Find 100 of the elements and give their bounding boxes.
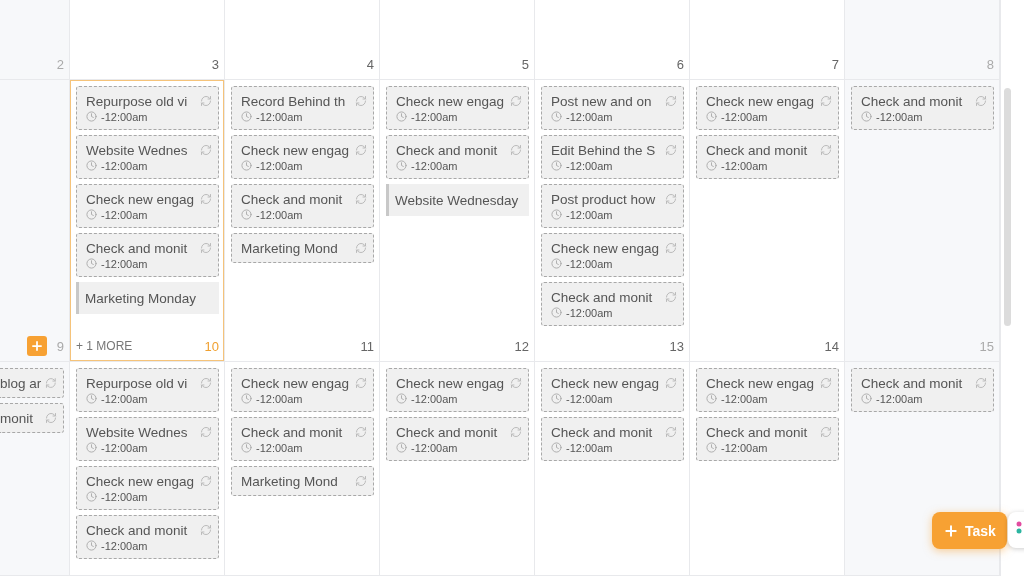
clock-icon xyxy=(551,111,562,122)
task-title: Check and monit xyxy=(86,522,188,538)
task-card[interactable]: Check new engag -12:00am xyxy=(386,368,529,412)
task-card[interactable]: Check new engag -12:00am xyxy=(696,86,839,130)
task-title: Check new engag xyxy=(86,473,195,489)
day-number: 6 xyxy=(676,56,684,72)
recurring-icon xyxy=(665,291,677,303)
task-card[interactable]: Check new engag -12:00am xyxy=(541,233,684,277)
task-card[interactable]: Check and monit -12:00am xyxy=(231,184,374,228)
plus-icon xyxy=(943,522,959,539)
clock-icon xyxy=(551,442,562,453)
task-title: blog ar xyxy=(0,375,42,391)
recurring-icon xyxy=(820,377,832,389)
task-card[interactable]: Post product how -12:00am xyxy=(541,184,684,228)
clock-icon xyxy=(706,160,717,171)
task-card[interactable]: Post new and on -12:00am xyxy=(541,86,684,130)
task-time: -12:00am xyxy=(256,110,303,123)
task-time: -12:00am xyxy=(256,392,303,405)
task-card[interactable]: Website Wednes -12:00am xyxy=(76,417,219,461)
task-card[interactable]: Check new engag -12:00am xyxy=(76,466,219,510)
task-card[interactable]: Check and monit -12:00am xyxy=(851,368,994,412)
task-card[interactable]: Check new engag -12:00am xyxy=(231,135,374,179)
task-card[interactable]: Check and monit -12:00am xyxy=(231,417,374,461)
task-card[interactable]: Check and monit -12:00am xyxy=(851,86,994,130)
task-time: -12:00am xyxy=(256,441,303,454)
task-card[interactable]: Check new engag -12:00am xyxy=(541,368,684,412)
clock-icon xyxy=(861,393,872,404)
task-time: -12:00am xyxy=(101,539,148,552)
plus-icon xyxy=(29,339,44,353)
task-card[interactable]: Check and monit -12:00am xyxy=(76,515,219,559)
recurring-icon xyxy=(355,95,367,107)
task-title: Check and monit xyxy=(551,424,653,440)
task-card[interactable]: Check new engag -12:00am xyxy=(696,368,839,412)
clock-icon xyxy=(551,258,562,269)
task-title: Check and monit xyxy=(706,142,808,158)
task-card[interactable]: Repurpose old vi -12:00am xyxy=(76,368,219,412)
task-card[interactable]: Check and monit -12:00am xyxy=(541,282,684,326)
task-title: Post new and on xyxy=(551,93,652,109)
day-number: 15 xyxy=(979,338,994,354)
task-time: -12:00am xyxy=(566,441,613,454)
task-time: -12:00am xyxy=(101,490,148,503)
task-title: Check new engag xyxy=(396,375,505,391)
task-time: -12:00am xyxy=(411,159,458,172)
recurring-icon xyxy=(665,95,677,107)
recurring-icon xyxy=(45,412,57,424)
task-time: -12:00am xyxy=(721,110,768,123)
task-card[interactable]: Marketing Mond xyxy=(231,466,374,496)
task-time: -12:00am xyxy=(566,208,613,221)
clock-icon xyxy=(551,393,562,404)
task-card[interactable]: Check and monit -12:00am xyxy=(696,417,839,461)
task-title: Check and monit xyxy=(396,424,498,440)
task-title: Check and monit xyxy=(706,424,808,440)
task-card[interactable]: Check and monit -12:00am xyxy=(696,135,839,179)
day-number: 10 xyxy=(204,338,219,354)
add-task-button[interactable] xyxy=(26,336,47,356)
task-time: -12:00am xyxy=(101,392,148,405)
task-time: -12:00am xyxy=(721,441,768,454)
task-time: -12:00am xyxy=(256,208,303,221)
task-card[interactable]: Record Behind th -12:00am xyxy=(231,86,374,130)
task-card[interactable]: monit xyxy=(0,403,64,433)
clock-icon xyxy=(241,393,252,404)
task-title: Check new engag xyxy=(551,240,660,256)
recurring-icon xyxy=(665,242,677,254)
clock-icon xyxy=(241,442,252,453)
task-time: -12:00am xyxy=(721,159,768,172)
clock-icon xyxy=(396,393,407,404)
task-title: Check and monit xyxy=(241,424,343,440)
clock-icon xyxy=(86,160,97,171)
task-card[interactable]: Check new engag -12:00am xyxy=(231,368,374,412)
task-card[interactable]: Check and monit -12:00am xyxy=(386,417,529,461)
recurring-icon xyxy=(200,426,212,438)
task-title: Post product how xyxy=(551,191,656,207)
task-card[interactable]: Check new engag -12:00am xyxy=(76,184,219,228)
day-number: 13 xyxy=(669,338,684,354)
task-time: -12:00am xyxy=(101,159,148,172)
clock-icon xyxy=(396,160,407,171)
task-card[interactable]: Repurpose old vi -12:00am xyxy=(76,86,219,130)
task-title: Check new engag xyxy=(551,375,660,391)
task-title: Check and monit xyxy=(551,289,653,305)
scrollbar-thumb[interactable] xyxy=(1004,88,1011,326)
task-card[interactable]: Check and monit -12:00am xyxy=(386,135,529,179)
task-bar[interactable]: Website Wednesday xyxy=(386,184,529,216)
task-time: -12:00am xyxy=(566,159,613,172)
task-card[interactable]: Website Wednes -12:00am xyxy=(76,135,219,179)
task-title: Website Wednes xyxy=(86,424,188,440)
more-link[interactable]: + 1 MORE xyxy=(76,339,133,353)
task-card[interactable]: Marketing Mond xyxy=(231,233,374,263)
task-card[interactable]: blog ar xyxy=(0,368,64,398)
task-bar[interactable]: Marketing Monday xyxy=(76,282,219,314)
recurring-icon xyxy=(200,193,212,205)
clock-icon xyxy=(396,111,407,122)
day-number: 12 xyxy=(514,338,529,354)
clock-icon xyxy=(706,111,717,122)
task-card[interactable]: Check and monit -12:00am xyxy=(76,233,219,277)
day-number: 11 xyxy=(360,338,374,354)
task-time: -12:00am xyxy=(566,110,613,123)
task-time: -12:00am xyxy=(876,392,923,405)
task-card[interactable]: Check new engag -12:00am xyxy=(386,86,529,130)
task-card[interactable]: Edit Behind the S -12:00am xyxy=(541,135,684,179)
task-card[interactable]: Check and monit -12:00am xyxy=(541,417,684,461)
